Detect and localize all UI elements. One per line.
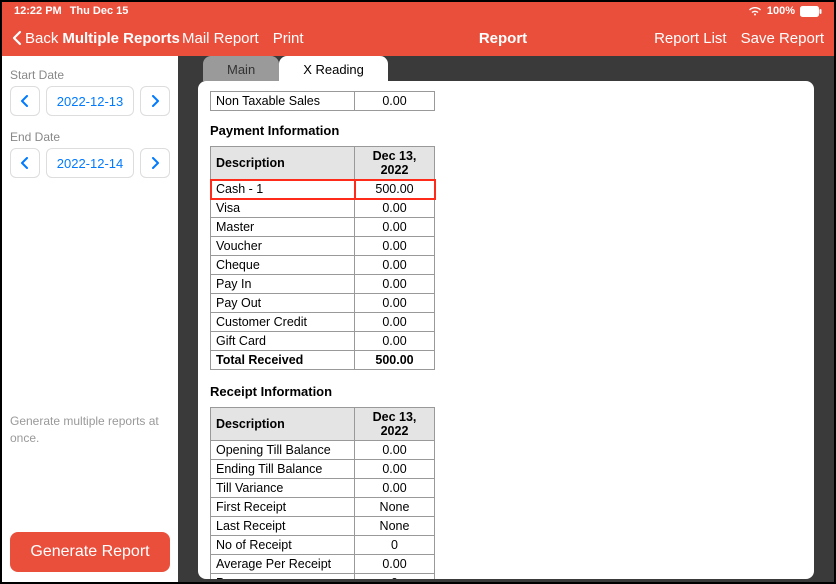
mail-report-button[interactable]: Mail Report	[182, 30, 259, 47]
chevron-left-icon	[12, 30, 22, 46]
status-time: 12:22 PM	[14, 5, 62, 17]
table-row: Cheque0.00	[211, 256, 435, 275]
table-row: Pay In0.00	[211, 275, 435, 294]
chevron-left-icon	[21, 95, 29, 107]
table-row: Voucher0.00	[211, 237, 435, 256]
back-button[interactable]: Back	[12, 30, 58, 47]
end-date-prev-button[interactable]	[10, 148, 40, 178]
start-date-prev-button[interactable]	[10, 86, 40, 116]
page-title: Report	[479, 30, 527, 47]
wifi-icon	[748, 6, 762, 16]
battery-percent: 100%	[767, 5, 795, 17]
table-row: Pay Out0.00	[211, 294, 435, 313]
status-date: Thu Dec 15	[70, 5, 129, 17]
generate-report-button[interactable]: Generate Report	[10, 532, 170, 572]
tab-main[interactable]: Main	[203, 56, 279, 81]
payment-table: Description Dec 13, 2022 Cash - 1500.00V…	[210, 146, 435, 370]
table-row: Total Received500.00	[211, 351, 435, 370]
table-row: Opening Till Balance0.00	[211, 441, 435, 460]
chevron-right-icon	[151, 157, 159, 169]
tab-x-reading[interactable]: X Reading	[279, 56, 388, 81]
save-report-button[interactable]: Save Report	[741, 30, 824, 47]
table-row: Last ReceiptNone	[211, 517, 435, 536]
print-button[interactable]: Print	[273, 30, 304, 47]
sidebar-title: Multiple Reports	[62, 30, 180, 47]
table-row: Gift Card0.00	[211, 332, 435, 351]
receipt-info-title: Receipt Information	[210, 384, 802, 399]
table-row: Cash - 1500.00	[211, 180, 435, 199]
table-row: First ReceiptNone	[211, 498, 435, 517]
column-header: Dec 13, 2022	[355, 408, 435, 441]
table-row: No of Receipt0	[211, 536, 435, 555]
sidebar: Start Date 2022-12-13 End Date 2022-12-1…	[2, 56, 178, 582]
table-row: Till Variance0.00	[211, 479, 435, 498]
table-row: Customer Credit0.00	[211, 313, 435, 332]
table-row: Visa0.00	[211, 199, 435, 218]
end-date-next-button[interactable]	[140, 148, 170, 178]
column-header: Description	[211, 147, 355, 180]
start-date-next-button[interactable]	[140, 86, 170, 116]
table-row: Non Taxable Sales0.00	[211, 92, 435, 111]
report-list-button[interactable]: Report List	[654, 30, 727, 47]
chevron-right-icon	[151, 95, 159, 107]
table-row: Average Per Receipt0.00	[211, 555, 435, 574]
end-date-field[interactable]: 2022-12-14	[46, 148, 134, 178]
table-row: Master0.00	[211, 218, 435, 237]
table-row: Ending Till Balance0.00	[211, 460, 435, 479]
column-header: Description	[211, 408, 355, 441]
start-date-field[interactable]: 2022-12-13	[46, 86, 134, 116]
column-header: Dec 13, 2022	[355, 147, 435, 180]
payment-info-title: Payment Information	[210, 123, 802, 138]
status-bar: 12:22 PM Thu Dec 15 100%	[2, 2, 834, 20]
main-area: Main X Reading Non Taxable Sales0.00 Pay…	[178, 56, 834, 582]
end-date-label: End Date	[10, 130, 170, 144]
report-panel[interactable]: Non Taxable Sales0.00 Payment Informatio…	[198, 81, 814, 579]
start-date-label: Start Date	[10, 68, 170, 82]
table-row: Pax0	[211, 574, 435, 580]
hint-text: Generate multiple reports at once.	[10, 233, 170, 447]
non-taxable-table: Non Taxable Sales0.00	[210, 91, 435, 111]
nav-bar: Back Multiple Reports Mail Report Print …	[2, 20, 834, 56]
receipt-table: Description Dec 13, 2022 Opening Till Ba…	[210, 407, 435, 579]
battery-icon	[800, 6, 822, 17]
chevron-left-icon	[21, 157, 29, 169]
